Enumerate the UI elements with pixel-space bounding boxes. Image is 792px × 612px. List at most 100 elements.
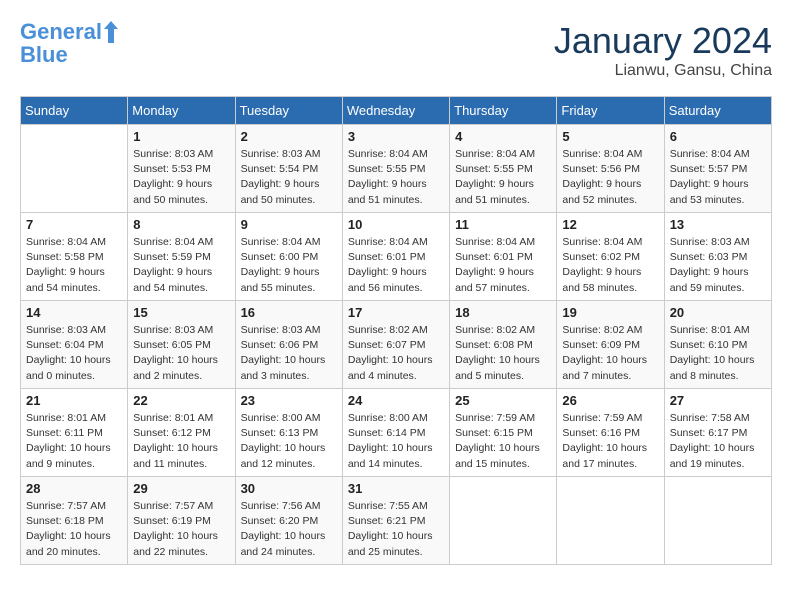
day-number: 16 (241, 305, 337, 320)
day-number: 26 (562, 393, 658, 408)
day-number: 21 (26, 393, 122, 408)
day-info: Sunrise: 7:59 AM Sunset: 6:15 PM Dayligh… (455, 411, 551, 472)
calendar-cell: 19 Sunrise: 8:02 AM Sunset: 6:09 PM Dayli… (557, 301, 664, 389)
day-number: 11 (455, 217, 551, 232)
day-info: Sunrise: 8:03 AM Sunset: 6:04 PM Dayligh… (26, 323, 122, 384)
calendar-cell: 21 Sunrise: 8:01 AM Sunset: 6:11 PM Dayli… (21, 389, 128, 477)
header-tuesday: Tuesday (235, 97, 342, 125)
logo-icon (104, 21, 118, 43)
day-info: Sunrise: 8:03 AM Sunset: 6:03 PM Dayligh… (670, 235, 766, 296)
calendar-cell: 3Sunrise: 8:04 AM Sunset: 5:55 PM Daylig… (342, 125, 449, 213)
header-saturday: Saturday (664, 97, 771, 125)
calendar-cell: 4 Sunrise: 8:04 AM Sunset: 5:55 PM Daylig… (450, 125, 557, 213)
title-block: January 2024 Lianwu, Gansu, China (554, 20, 772, 80)
calendar-cell: 27 Sunrise: 7:58 AM Sunset: 6:17 PM Dayli… (664, 389, 771, 477)
day-number: 22 (133, 393, 229, 408)
calendar-header-row: SundayMondayTuesdayWednesdayThursdayFrid… (21, 97, 772, 125)
header-wednesday: Wednesday (342, 97, 449, 125)
day-number: 2 (241, 129, 337, 144)
day-number: 12 (562, 217, 658, 232)
calendar-cell: 28Sunrise: 7:57 AM Sunset: 6:18 PM Dayli… (21, 477, 128, 565)
calendar-cell: 1 Sunrise: 8:03 AM Sunset: 5:53 PM Daylig… (128, 125, 235, 213)
day-info: Sunrise: 8:03 AM Sunset: 5:54 PM Dayligh… (241, 147, 337, 208)
day-number: 17 (348, 305, 444, 320)
day-info: Sunrise: 7:55 AM Sunset: 6:21 PM Dayligh… (348, 499, 444, 560)
calendar-cell: 12 Sunrise: 8:04 AM Sunset: 6:02 PM Dayli… (557, 213, 664, 301)
calendar-cell: 10 Sunrise: 8:04 AM Sunset: 6:01 PM Dayli… (342, 213, 449, 301)
day-number: 24 (348, 393, 444, 408)
day-info: Sunrise: 8:01 AM Sunset: 6:10 PM Dayligh… (670, 323, 766, 384)
day-info: Sunrise: 8:00 AM Sunset: 6:14 PM Dayligh… (348, 411, 444, 472)
day-number: 30 (241, 481, 337, 496)
day-info: Sunrise: 8:01 AM Sunset: 6:12 PM Dayligh… (133, 411, 229, 472)
day-number: 31 (348, 481, 444, 496)
day-info: Sunrise: 8:04 AM Sunset: 5:58 PM Dayligh… (26, 235, 122, 296)
day-number: 4 (455, 129, 551, 144)
calendar-cell: 29Sunrise: 7:57 AM Sunset: 6:19 PM Dayli… (128, 477, 235, 565)
calendar-cell: 23Sunrise: 8:00 AM Sunset: 6:13 PM Dayli… (235, 389, 342, 477)
day-info: Sunrise: 8:04 AM Sunset: 5:55 PM Dayligh… (455, 147, 551, 208)
day-number: 28 (26, 481, 122, 496)
header-monday: Monday (128, 97, 235, 125)
logo-text: General (20, 20, 102, 44)
calendar-cell: 7 Sunrise: 8:04 AM Sunset: 5:58 PM Daylig… (21, 213, 128, 301)
day-info: Sunrise: 7:58 AM Sunset: 6:17 PM Dayligh… (670, 411, 766, 472)
day-info: Sunrise: 8:03 AM Sunset: 5:53 PM Dayligh… (133, 147, 229, 208)
page-header: General Blue January 2024 Lianwu, Gansu,… (20, 20, 772, 80)
day-info: Sunrise: 8:04 AM Sunset: 5:59 PM Dayligh… (133, 235, 229, 296)
day-number: 1 (133, 129, 229, 144)
calendar-cell: 6Sunrise: 8:04 AM Sunset: 5:57 PM Daylig… (664, 125, 771, 213)
day-info: Sunrise: 8:02 AM Sunset: 6:07 PM Dayligh… (348, 323, 444, 384)
calendar-cell: 25 Sunrise: 7:59 AM Sunset: 6:15 PM Dayli… (450, 389, 557, 477)
logo-blue: Blue (20, 42, 118, 68)
calendar-cell: 20 Sunrise: 8:01 AM Sunset: 6:10 PM Dayli… (664, 301, 771, 389)
day-number: 13 (670, 217, 766, 232)
day-info: Sunrise: 8:03 AM Sunset: 6:05 PM Dayligh… (133, 323, 229, 384)
day-number: 25 (455, 393, 551, 408)
day-number: 7 (26, 217, 122, 232)
calendar-cell (21, 125, 128, 213)
day-number: 15 (133, 305, 229, 320)
day-info: Sunrise: 7:57 AM Sunset: 6:19 PM Dayligh… (133, 499, 229, 560)
day-info: Sunrise: 8:04 AM Sunset: 6:01 PM Dayligh… (348, 235, 444, 296)
calendar-cell (450, 477, 557, 565)
calendar-cell (557, 477, 664, 565)
calendar-cell (664, 477, 771, 565)
calendar-week-row: 21 Sunrise: 8:01 AM Sunset: 6:11 PM Dayli… (21, 389, 772, 477)
day-number: 14 (26, 305, 122, 320)
day-info: Sunrise: 8:00 AM Sunset: 6:13 PM Dayligh… (241, 411, 337, 472)
day-number: 8 (133, 217, 229, 232)
day-info: Sunrise: 7:56 AM Sunset: 6:20 PM Dayligh… (241, 499, 337, 560)
calendar-cell: 26 Sunrise: 7:59 AM Sunset: 6:16 PM Dayli… (557, 389, 664, 477)
calendar-cell: 14 Sunrise: 8:03 AM Sunset: 6:04 PM Dayli… (21, 301, 128, 389)
calendar-cell: 15 Sunrise: 8:03 AM Sunset: 6:05 PM Dayli… (128, 301, 235, 389)
day-number: 3 (348, 129, 444, 144)
header-thursday: Thursday (450, 97, 557, 125)
day-number: 19 (562, 305, 658, 320)
calendar-title: January 2024 (554, 20, 772, 62)
day-info: Sunrise: 8:02 AM Sunset: 6:09 PM Dayligh… (562, 323, 658, 384)
logo: General Blue (20, 20, 118, 68)
day-number: 18 (455, 305, 551, 320)
day-info: Sunrise: 8:02 AM Sunset: 6:08 PM Dayligh… (455, 323, 551, 384)
day-info: Sunrise: 8:04 AM Sunset: 6:02 PM Dayligh… (562, 235, 658, 296)
calendar-table: SundayMondayTuesdayWednesdayThursdayFrid… (20, 96, 772, 565)
day-number: 27 (670, 393, 766, 408)
day-info: Sunrise: 8:04 AM Sunset: 6:01 PM Dayligh… (455, 235, 551, 296)
day-number: 20 (670, 305, 766, 320)
day-info: Sunrise: 8:04 AM Sunset: 5:57 PM Dayligh… (670, 147, 766, 208)
day-number: 10 (348, 217, 444, 232)
calendar-cell: 30 Sunrise: 7:56 AM Sunset: 6:20 PM Dayli… (235, 477, 342, 565)
calendar-cell: 22 Sunrise: 8:01 AM Sunset: 6:12 PM Dayli… (128, 389, 235, 477)
day-info: Sunrise: 8:03 AM Sunset: 6:06 PM Dayligh… (241, 323, 337, 384)
calendar-cell: 11 Sunrise: 8:04 AM Sunset: 6:01 PM Dayli… (450, 213, 557, 301)
calendar-cell: 2 Sunrise: 8:03 AM Sunset: 5:54 PM Daylig… (235, 125, 342, 213)
day-number: 9 (241, 217, 337, 232)
day-number: 5 (562, 129, 658, 144)
calendar-subtitle: Lianwu, Gansu, China (554, 62, 772, 80)
calendar-cell: 31 Sunrise: 7:55 AM Sunset: 6:21 PM Dayli… (342, 477, 449, 565)
calendar-cell: 16 Sunrise: 8:03 AM Sunset: 6:06 PM Dayli… (235, 301, 342, 389)
day-info: Sunrise: 8:01 AM Sunset: 6:11 PM Dayligh… (26, 411, 122, 472)
calendar-cell: 18 Sunrise: 8:02 AM Sunset: 6:08 PM Dayli… (450, 301, 557, 389)
day-info: Sunrise: 7:59 AM Sunset: 6:16 PM Dayligh… (562, 411, 658, 472)
